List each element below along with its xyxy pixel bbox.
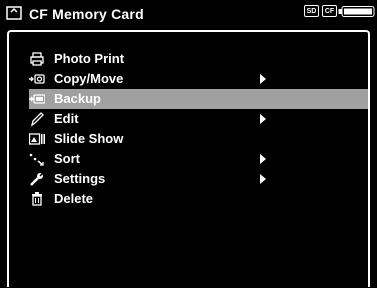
menu-item-label: Edit — [54, 111, 79, 126]
page-title: CF Memory Card — [29, 6, 144, 22]
submenu-arrow-icon — [260, 174, 266, 184]
printer-icon — [30, 52, 44, 66]
wrench-icon — [30, 172, 44, 186]
menu-item-label: Settings — [54, 171, 106, 186]
menu-item-label: Slide Show — [54, 131, 124, 146]
submenu-arrow-icon — [260, 74, 266, 84]
sort-icon — [29, 153, 44, 166]
slideshow-icon — [29, 133, 45, 145]
menu-item-backup[interactable]: Backup — [29, 89, 368, 109]
trash-icon — [32, 192, 42, 206]
menu-item-settings[interactable]: Settings — [29, 169, 368, 189]
menu-item-label: Delete — [54, 191, 94, 206]
title-bar: CF Memory Card SD CF — [0, 0, 377, 31]
menu-item-label: Copy/Move — [54, 71, 124, 86]
cf-card-badge: CF — [322, 5, 337, 17]
folder-icon — [6, 6, 22, 20]
menu-item-delete[interactable]: Delete — [29, 189, 368, 209]
copy-icon — [29, 74, 45, 84]
pencil-icon — [30, 112, 44, 127]
menu-item-sort[interactable]: Sort — [29, 149, 368, 169]
sd-card-badge: SD — [304, 5, 319, 17]
menu-item-slide-show[interactable]: Slide Show — [29, 129, 368, 149]
menu-item-label: Photo Print — [54, 51, 125, 66]
submenu-arrow-icon — [260, 114, 266, 124]
menu-item-label: Backup — [54, 91, 101, 106]
battery-icon — [338, 6, 375, 17]
menu-item-photo-print[interactable]: Photo Print — [29, 49, 368, 69]
menu-item-copy-move[interactable]: Copy/Move — [29, 69, 368, 89]
menu-item-label: Sort — [54, 151, 80, 166]
menu-item-edit[interactable]: Edit — [29, 109, 368, 129]
submenu-arrow-icon — [260, 154, 266, 164]
backup-icon — [29, 94, 45, 104]
